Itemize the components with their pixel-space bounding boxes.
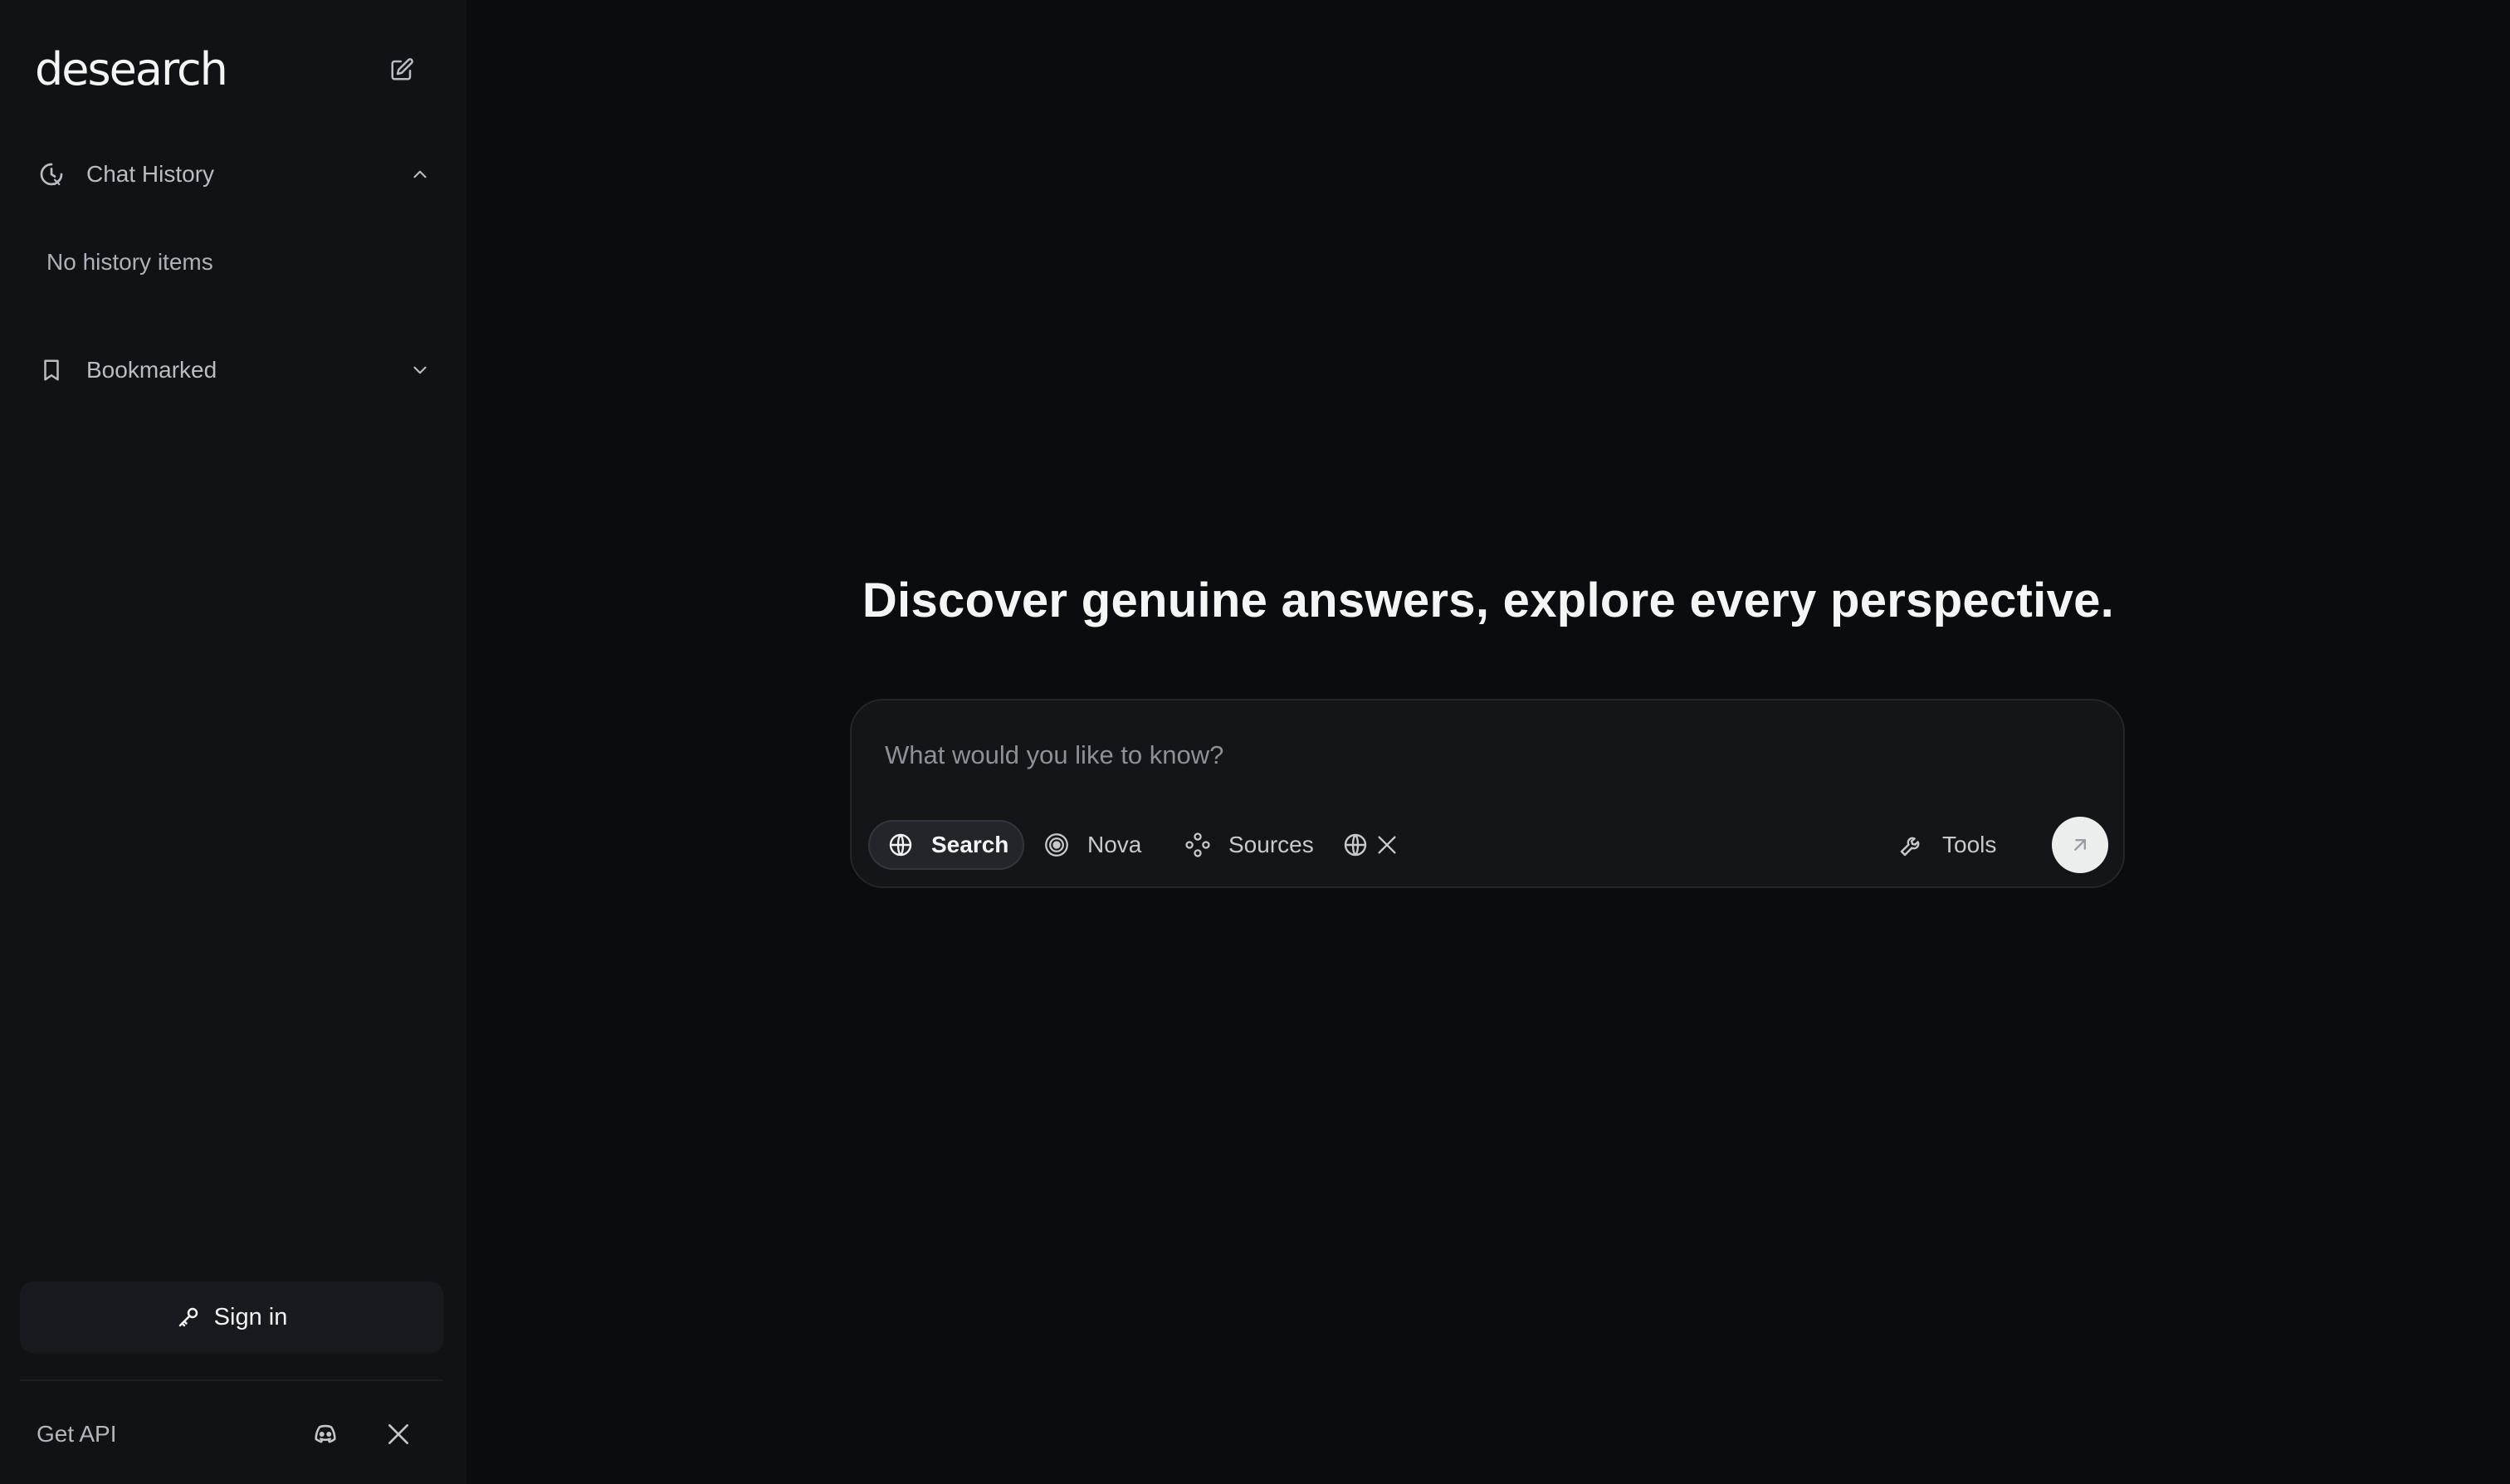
tools-button[interactable]: Tools	[1897, 820, 1996, 870]
send-button[interactable]	[2052, 817, 2108, 873]
page-headline: Discover genuine answers, explore every …	[862, 574, 2115, 627]
active-sources[interactable]	[1341, 820, 1401, 870]
edit-icon	[391, 58, 413, 81]
search-input[interactable]	[885, 735, 2080, 775]
discord-link[interactable]	[307, 1416, 344, 1452]
chat-history-toggle[interactable]: Chat History	[37, 149, 435, 199]
tools-label: Tools	[1942, 832, 1997, 857]
chat-history-label: Chat History	[86, 161, 215, 187]
mode-search-button[interactable]: Search	[868, 820, 1024, 870]
chevron-up-icon	[405, 159, 435, 189]
sources-button[interactable]: Sources	[1184, 820, 1314, 870]
sign-in-button[interactable]: Sign in	[20, 1281, 443, 1353]
history-empty-text: No history items	[46, 249, 213, 275]
x-icon	[388, 1424, 408, 1444]
discord-icon	[315, 1424, 336, 1443]
get-api-link[interactable]: Get API	[37, 1421, 117, 1447]
mode-nova-label: Nova	[1087, 832, 1142, 857]
arrow-up-right-icon	[2074, 839, 2086, 851]
app-root: desearch Chat History No history items B…	[0, 0, 2510, 1484]
bookmark-icon	[37, 355, 66, 385]
radar-icon	[1043, 831, 1071, 859]
chevron-down-icon	[405, 355, 435, 385]
sidebar: desearch Chat History No history items B…	[0, 0, 466, 1484]
mode-nova-button[interactable]: Nova	[1043, 820, 1141, 870]
search-composer: Search Nova Sources Too	[850, 699, 2125, 888]
sidebar-divider	[20, 1379, 443, 1381]
wrench-icon	[1897, 831, 1926, 859]
x-link[interactable]	[380, 1416, 417, 1452]
sources-label: Sources	[1228, 832, 1314, 857]
bookmarked-toggle[interactable]: Bookmarked	[37, 345, 435, 395]
globe-icon	[886, 831, 915, 859]
mode-search-label: Search	[931, 832, 1009, 857]
nodes-icon	[1184, 831, 1212, 859]
key-icon	[178, 1307, 198, 1327]
logo[interactable]: desearch	[35, 43, 228, 96]
bookmarked-label: Bookmarked	[86, 357, 217, 383]
history-icon	[37, 159, 66, 189]
x-icon	[1373, 831, 1401, 859]
sign-in-label: Sign in	[213, 1303, 288, 1330]
new-chat-button[interactable]	[383, 51, 420, 88]
globe-icon	[1341, 831, 1370, 859]
